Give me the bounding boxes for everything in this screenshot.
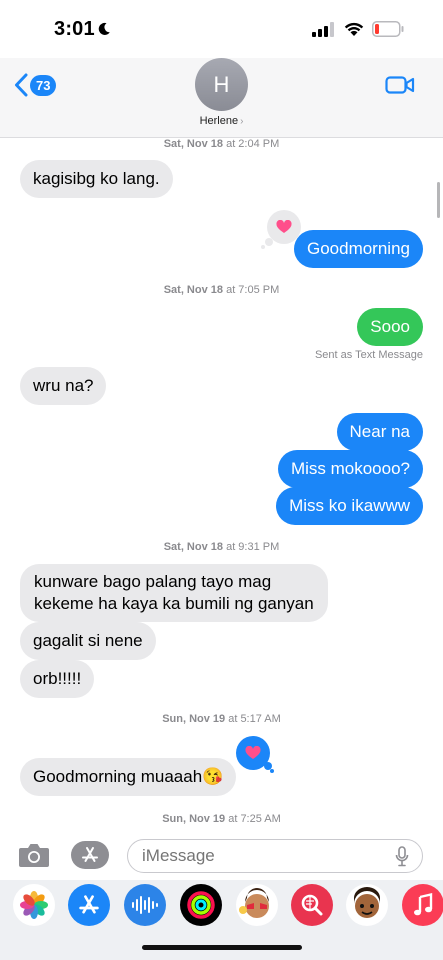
app-store-icon[interactable] xyxy=(68,884,110,926)
video-call-icon[interactable] xyxy=(385,74,415,96)
activity-icon[interactable] xyxy=(180,884,222,926)
delivery-note: Sent as Text Message xyxy=(314,349,423,361)
message-bubble-outgoing[interactable]: Miss mokoooo? xyxy=(277,450,423,488)
message-bubble-incoming[interactable]: orb!!!!! xyxy=(20,660,95,698)
message-bubble-outgoing[interactable]: Goodmorning xyxy=(293,230,423,268)
heart-icon xyxy=(276,220,292,233)
timestamp-day: Sun, Nov 19 xyxy=(162,813,226,825)
contact-name[interactable]: Herlene › xyxy=(0,115,443,127)
conversation-header: 73 H Herlene › xyxy=(0,58,443,138)
reaction-tail xyxy=(261,245,265,249)
input-bar xyxy=(0,830,443,880)
scroll-indicator[interactable] xyxy=(437,182,440,218)
reaction-tail xyxy=(265,238,273,246)
timestamp-day: Sun, Nov 19 xyxy=(162,713,226,725)
message-input[interactable] xyxy=(127,839,423,873)
app-store-button[interactable] xyxy=(71,841,109,869)
heart-reaction[interactable] xyxy=(236,736,274,773)
timestamp-time: at 9:31 PM xyxy=(223,541,280,553)
message-bubble-incoming[interactable]: gagalit si nene xyxy=(20,622,156,660)
app-store-icon xyxy=(82,847,98,862)
timestamp: Sun, Nov 19 at 5:17 AM xyxy=(0,713,443,725)
timestamp: Sat, Nov 18 at 2:04 PM xyxy=(0,138,443,150)
status-bar: 3:01 xyxy=(0,0,443,58)
moon-icon xyxy=(98,22,110,35)
home-indicator[interactable] xyxy=(142,945,302,950)
timestamp-day: Sat, Nov 18 xyxy=(163,284,224,296)
message-bubble-outgoing[interactable]: Near na xyxy=(336,413,423,451)
music-icon[interactable] xyxy=(402,884,443,926)
message-bubble-incoming[interactable]: Goodmorning muaaah😘 xyxy=(20,758,237,796)
unread-count-badge: 73 xyxy=(30,74,57,96)
status-time: 3:01 xyxy=(54,18,95,40)
message-bubble-incoming[interactable]: wru na? xyxy=(20,367,107,405)
memoji-stickers-icon[interactable] xyxy=(236,884,278,926)
timestamp-time: at 7:25 AM xyxy=(225,813,281,825)
message-bubble-incoming[interactable]: kagisibg ko lang. xyxy=(20,160,173,198)
back-button[interactable]: 73 xyxy=(14,70,57,100)
message-bubble-incoming[interactable]: kunware bago palang tayo mag kekeme ha k… xyxy=(20,564,328,622)
timestamp: Sat, Nov 18 at 9:31 PM xyxy=(0,541,443,553)
contact-name-text: Herlene xyxy=(199,115,239,127)
contact-avatar[interactable]: H xyxy=(195,58,248,111)
web-search-icon[interactable] xyxy=(291,884,333,926)
audio-message-icon[interactable] xyxy=(124,884,166,926)
message-bubble-sms[interactable]: Sooo xyxy=(357,308,423,346)
timestamp-time: at 7:05 PM xyxy=(223,284,280,296)
name-chevron-icon: › xyxy=(240,116,244,127)
wifi-icon xyxy=(344,22,364,36)
message-thread[interactable]: Sat, Nov 18 at 2:04 PM kagisibg ko lang.… xyxy=(0,138,443,830)
microphone-icon[interactable] xyxy=(395,846,409,867)
timestamp-time: at 2:04 PM xyxy=(223,138,280,150)
timestamp: Sat, Nov 18 at 7:05 PM xyxy=(0,284,443,296)
app-drawer xyxy=(0,880,443,960)
timestamp-day: Sat, Nov 18 xyxy=(163,541,224,553)
reaction-tail xyxy=(270,769,274,773)
camera-icon[interactable] xyxy=(18,842,50,868)
timestamp-day: Sat, Nov 18 xyxy=(163,138,224,150)
back-chevron-icon xyxy=(15,73,28,97)
photos-icon[interactable] xyxy=(13,884,55,926)
memoji-icon[interactable] xyxy=(346,884,388,926)
signal-icon xyxy=(312,22,334,37)
battery-low-icon xyxy=(372,21,404,37)
timestamp-time: at 5:17 AM xyxy=(225,713,281,725)
timestamp: Sun, Nov 19 at 7:25 AM xyxy=(0,813,443,825)
heart-icon xyxy=(245,746,261,759)
message-bubble-outgoing[interactable]: Miss ko ikawww xyxy=(276,487,423,525)
